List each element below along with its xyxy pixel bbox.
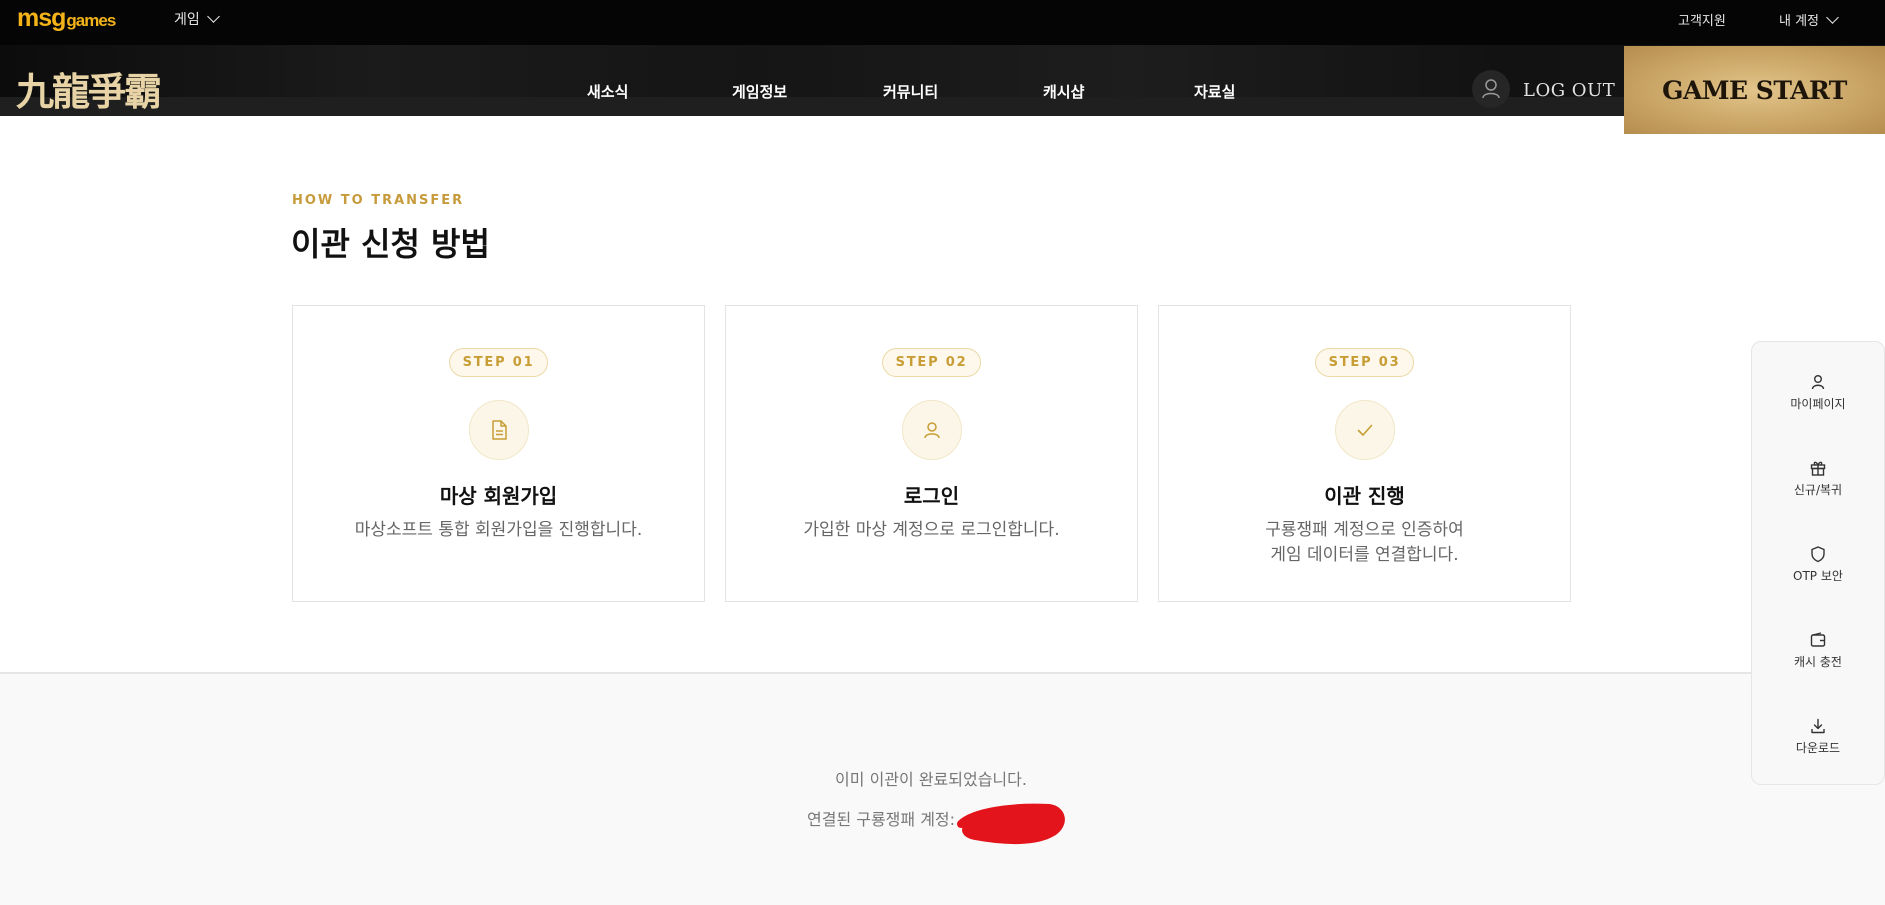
step-card-3: STEP 03 이관 진행 구룡쟁패 계정으로 인증하여 게임 데이터를 연결합… — [1158, 305, 1571, 602]
section-eyebrow: HOW TO TRANSFER — [292, 193, 465, 208]
step-badge: STEP 03 — [1314, 348, 1415, 377]
quick-new-return[interactable]: 신규/복귀 — [1752, 459, 1884, 498]
quick-label: 캐시 충전 — [1794, 655, 1842, 669]
step-title: 로그인 — [903, 484, 960, 508]
step-description: 구룡쟁패 계정으로 인증하여 게임 데이터를 연결합니다. — [1265, 520, 1464, 565]
step-icon-circle — [1334, 400, 1395, 460]
step-badge: STEP 02 — [881, 348, 982, 377]
main-navbar: 九龍爭霸 새소식 게임정보 커뮤니티 캐시샵 자료실 LOG OUT — [0, 45, 1885, 116]
my-account-dropdown[interactable]: 내 계정 — [1779, 10, 1839, 29]
user-icon — [923, 422, 940, 439]
wallet-icon — [1810, 632, 1826, 647]
step-card-1: STEP 01 마상 회원가입 마상소프트 통합 회원가입을 진행합니다. — [292, 305, 705, 602]
game-logo[interactable]: 九龍爭霸 — [16, 61, 162, 116]
page-title: 이관 신청 방법 — [291, 225, 490, 263]
redaction-scribble — [957, 803, 1065, 845]
quick-label: OTP 보안 — [1793, 569, 1843, 583]
nav-community[interactable]: 커뮤니티 — [883, 81, 938, 102]
game-dropdown[interactable]: 게임 — [174, 9, 220, 29]
shield-icon — [1811, 546, 1825, 563]
quick-menu: 마이페이지 신규/복귀 OTP 보안 캐시 충전 다운로드 — [1751, 341, 1885, 785]
quick-download[interactable]: 다운로드 — [1752, 717, 1884, 756]
download-icon — [1811, 718, 1825, 734]
chevron-down-icon — [1826, 11, 1839, 24]
step-description: 가입한 마상 계정으로 로그인합니다. — [803, 520, 1060, 540]
step-title: 이관 진행 — [1324, 484, 1405, 508]
quick-label: 신규/복귀 — [1793, 483, 1843, 497]
game-start-button[interactable]: GAME START — [1624, 46, 1885, 134]
step-title: 마상 회원가입 — [439, 484, 558, 508]
nav-archive[interactable]: 자료실 — [1194, 81, 1235, 102]
quick-label: 마이페이지 — [1790, 397, 1846, 411]
quick-label: 다운로드 — [1795, 741, 1841, 755]
linked-account-label: 연결된 구룡쟁패 계정: — [807, 810, 956, 829]
top-utility-bar: msggames 게임 고객지원 내 계정 — [0, 0, 1885, 45]
step-icon-circle — [901, 400, 962, 460]
step-description: 마상소프트 통합 회원가입을 진행합니다. — [354, 520, 643, 540]
user-icon — [1482, 79, 1500, 99]
quick-otp[interactable]: OTP 보안 — [1752, 545, 1884, 584]
transfer-complete-message: 이미 이관이 완료되었습니다. — [835, 770, 1027, 789]
logout-button[interactable]: LOG OUT — [1523, 80, 1615, 101]
user-icon — [1811, 375, 1825, 390]
quick-mypage[interactable]: 마이페이지 — [1752, 373, 1884, 412]
support-link[interactable]: 고객지원 — [1678, 10, 1726, 29]
gift-icon — [1810, 461, 1826, 476]
chevron-down-icon — [206, 10, 220, 23]
game-dropdown-label: 게임 — [174, 12, 200, 28]
step-badge: STEP 01 — [448, 348, 549, 377]
nav-game-info[interactable]: 게임정보 — [732, 81, 787, 102]
step-icon-circle — [468, 400, 529, 460]
msgames-logo[interactable]: msggames — [17, 4, 116, 33]
nav-news[interactable]: 새소식 — [587, 81, 628, 102]
quick-cash-charge[interactable]: 캐시 충전 — [1752, 631, 1884, 670]
transfer-status-section: 이미 이관이 완료되었습니다. 연결된 구룡쟁패 계정: — [0, 672, 1885, 905]
document-icon — [491, 420, 507, 440]
avatar[interactable] — [1472, 70, 1510, 108]
step-card-2: STEP 02 로그인 가입한 마상 계정으로 로그인합니다. — [725, 305, 1138, 602]
game-start-label: GAME START — [1662, 75, 1847, 105]
check-icon — [1357, 424, 1372, 436]
my-account-label: 내 계정 — [1779, 14, 1820, 29]
nav-cash-shop[interactable]: 캐시샵 — [1043, 81, 1084, 102]
